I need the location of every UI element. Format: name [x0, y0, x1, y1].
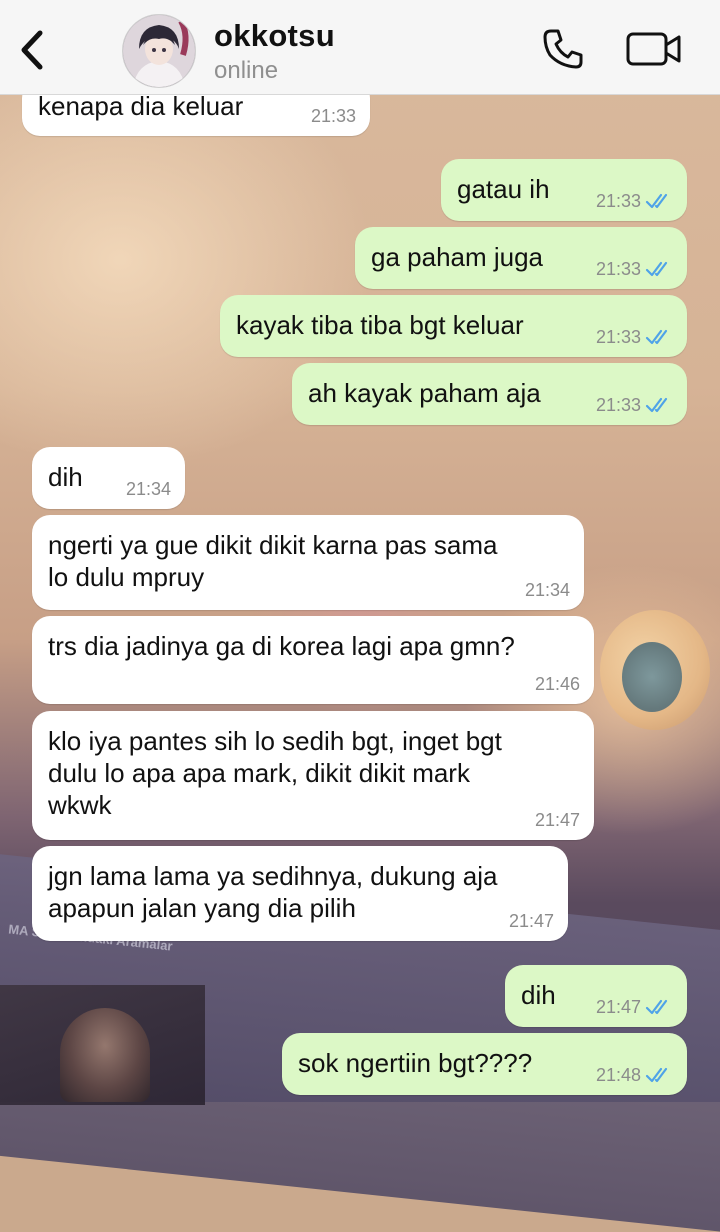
contact-status: online	[214, 57, 279, 84]
message-time: 21:34	[524, 580, 570, 600]
message-meta: 21:47	[596, 997, 673, 1017]
message-meta: 21:47	[535, 810, 580, 830]
message-meta: 21:46	[535, 674, 580, 694]
message-text: dih	[521, 980, 556, 1010]
phone-icon	[543, 29, 583, 69]
message-text: jgn lama lama ya sedihnya, dukung aja ap…	[48, 861, 498, 923]
message-meta: 21:33	[596, 395, 673, 415]
contact-avatar[interactable]	[122, 14, 196, 88]
message-bubble-incoming[interactable]: trs dia jadinya ga di korea lagi apa gmn…	[32, 616, 594, 704]
message-meta: 21:33	[596, 259, 673, 279]
voice-call-button[interactable]	[538, 24, 588, 74]
wallpaper-album-portrait	[60, 1008, 150, 1102]
read-double-check-icon	[645, 193, 668, 209]
message-time: 21:47	[534, 810, 580, 830]
message-bubble-incoming[interactable]: ngerti ya gue dikit dikit karna pas sama…	[32, 515, 584, 610]
message-text: sok ngertiin bgt????	[298, 1048, 533, 1078]
message-time: 21:47	[508, 911, 554, 931]
message-text: klo iya pantes sih lo sedih bgt, inget b…	[48, 726, 502, 820]
avatar-portrait	[123, 15, 195, 87]
message-bubble-outgoing[interactable]: kayak tiba tiba bgt keluar 21:33	[220, 295, 687, 357]
message-bubble-incoming[interactable]: klo iya pantes sih lo sedih bgt, inget b…	[32, 711, 594, 840]
chevron-left-icon	[21, 30, 43, 70]
message-time: 21:33	[595, 327, 641, 347]
message-meta: 21:34	[525, 580, 570, 600]
message-text: ga paham juga	[371, 242, 544, 272]
message-text: ah kayak paham aja	[308, 378, 541, 408]
video-call-button[interactable]	[624, 26, 684, 72]
message-meta: 21:48	[596, 1065, 673, 1085]
wallpaper-toy-detail	[622, 642, 682, 712]
message-bubble-outgoing[interactable]: ah kayak paham aja 21:33	[292, 363, 687, 425]
message-meta: 21:33	[596, 191, 673, 211]
back-button[interactable]	[12, 22, 52, 78]
read-double-check-icon	[645, 397, 668, 413]
chat-header: okkotsu online	[0, 0, 720, 95]
read-double-check-icon	[645, 1067, 668, 1083]
video-camera-icon	[626, 32, 681, 66]
message-meta: 21:47	[509, 911, 554, 931]
message-time: 21:33	[595, 395, 641, 415]
message-time: 21:33	[595, 259, 641, 279]
message-text: ngerti ya gue dikit dikit karna pas sama…	[48, 530, 498, 592]
message-meta: 21:33	[596, 327, 673, 347]
message-time: 21:33	[595, 191, 641, 211]
message-bubble-outgoing[interactable]: sok ngertiin bgt???? 21:48	[282, 1033, 687, 1095]
message-text: trs dia jadinya ga di korea lagi apa gmn…	[48, 631, 515, 661]
message-bubble-incoming[interactable]: dih 21:34	[32, 447, 185, 509]
read-double-check-icon	[645, 999, 668, 1015]
message-meta: 21:33	[311, 106, 356, 126]
message-time: 21:47	[595, 997, 641, 1017]
message-meta: 21:34	[126, 479, 171, 499]
message-time: 21:48	[595, 1065, 641, 1085]
message-time: 21:46	[534, 674, 580, 694]
message-bubble-outgoing[interactable]: gatau ih 21:33	[441, 159, 687, 221]
message-time: 21:33	[310, 106, 356, 126]
message-text: gatau ih	[457, 174, 550, 204]
read-double-check-icon	[645, 329, 668, 345]
read-double-check-icon	[645, 261, 668, 277]
message-bubble-outgoing[interactable]: ga paham juga 21:33	[355, 227, 687, 289]
message-text: dih	[48, 462, 83, 492]
contact-name[interactable]: okkotsu	[214, 18, 335, 54]
message-time: 21:34	[125, 479, 171, 499]
message-bubble-incoming[interactable]: jgn lama lama ya sedihnya, dukung aja ap…	[32, 846, 568, 941]
message-text: kayak tiba tiba bgt keluar	[236, 310, 524, 340]
message-bubble-outgoing[interactable]: dih 21:47	[505, 965, 687, 1027]
